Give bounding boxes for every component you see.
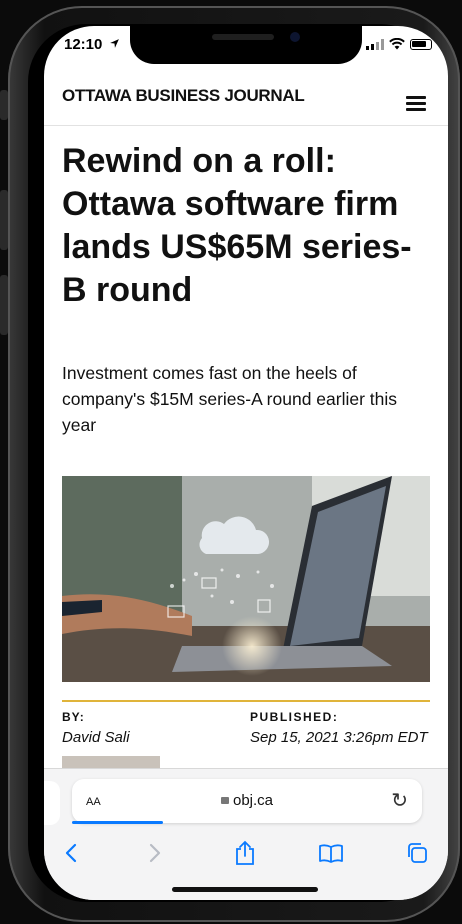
browser-toolbar: AA obj.ca ↻ — [44, 768, 448, 900]
hamburger-menu-icon[interactable] — [406, 96, 426, 112]
published-date: Sep 15, 2021 3:26pm EDT — [250, 729, 428, 746]
volume-down-button — [0, 275, 8, 335]
lock-icon — [220, 797, 229, 804]
previous-tab-edge[interactable] — [44, 781, 60, 825]
battery-icon — [410, 38, 432, 50]
byline-divider — [62, 700, 430, 702]
phone-screen: 12:10 OTTAWA BUSINESS JOURNAL Rewind on … — [44, 26, 448, 900]
status-icons — [366, 38, 432, 50]
article-subheadline: Investment comes fast on the heels of co… — [62, 363, 398, 435]
location-arrow-icon — [109, 39, 119, 48]
home-indicator[interactable] — [172, 887, 318, 892]
status-time: 12:10 — [64, 36, 120, 53]
front-camera — [290, 32, 300, 42]
silent-switch — [0, 90, 8, 120]
speaker-grille — [212, 34, 274, 40]
article-headline: Rewind on a roll: Ottawa software firm l… — [62, 142, 412, 309]
volume-up-button — [0, 190, 8, 250]
laptop-cloud-illustration — [62, 476, 430, 682]
page-load-progress — [72, 821, 163, 824]
status-bar: 12:10 — [44, 26, 448, 70]
byline-label: BY: — [62, 710, 85, 724]
back-icon[interactable] — [56, 839, 86, 867]
site-logo[interactable]: OTTAWA BUSINESS JOURNAL — [62, 86, 305, 106]
browser-nav-row — [44, 833, 448, 873]
site-header: OTTAWA BUSINESS JOURNAL — [44, 70, 448, 126]
tabs-icon[interactable] — [402, 839, 432, 867]
forward-icon[interactable] — [140, 839, 170, 867]
wifi-icon — [389, 38, 405, 50]
published-label: PUBLISHED: — [250, 710, 339, 724]
url-display[interactable]: obj.ca — [72, 792, 422, 809]
cellular-signal-icon — [366, 38, 384, 50]
address-bar[interactable]: AA obj.ca ↻ — [72, 779, 422, 823]
bookmarks-icon[interactable] — [316, 839, 346, 867]
article-hero-image — [62, 476, 430, 682]
reload-icon[interactable]: ↻ — [391, 788, 408, 813]
share-icon[interactable] — [230, 839, 260, 867]
author-name[interactable]: David Sali — [62, 729, 130, 746]
camera-notch — [130, 26, 362, 64]
